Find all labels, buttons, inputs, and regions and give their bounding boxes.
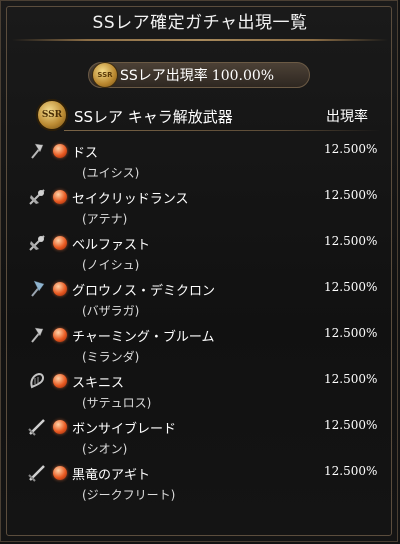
fire-element-icon [53, 190, 67, 204]
item-rate: 12.500% [324, 142, 378, 156]
item-rate: 12.500% [324, 418, 378, 432]
character-name: (ミランダ) [82, 350, 140, 364]
character-name: (ユイシス) [82, 166, 140, 180]
ssr-rarity-icon: SSR [92, 62, 118, 88]
sword-icon [28, 419, 45, 436]
fire-element-icon [53, 236, 67, 250]
list-item: ベルファスト (ノイシュ) 12.500% [0, 232, 400, 278]
item-rate: 12.500% [324, 326, 378, 340]
list-item: セイクリッドランス (アテナ) 12.500% [0, 186, 400, 232]
list-item: グロウノス・デミクロン (バザラガ) 12.500% [0, 278, 400, 324]
rate-column-header: 出現率 [326, 109, 368, 125]
page-title: SSレア確定ガチャ出現一覧 [92, 13, 308, 33]
list-item: スキニス (サテュロス) 12.500% [0, 370, 400, 416]
weapon-name: スキニス [72, 376, 125, 391]
section-divider [64, 130, 380, 131]
character-name: (サテュロス) [82, 396, 152, 410]
weapon-name: ボンサイブレード [72, 422, 177, 437]
weapon-name: セイクリッドランス [72, 192, 189, 207]
weapon-name: グロウノス・デミクロン [72, 284, 216, 299]
character-name: (シオン) [82, 442, 128, 456]
weapon-name: ドス [72, 146, 99, 161]
ssr-section-icon: SSR [36, 99, 68, 131]
character-name: (アテナ) [82, 212, 128, 226]
fire-element-icon [53, 420, 67, 434]
ssr-rate-label: SSレア出現率 [120, 68, 208, 84]
fire-element-icon [53, 466, 67, 480]
sword-icon [28, 465, 45, 482]
ssr-rate-value: 100.00% [211, 68, 275, 84]
character-name: (ジークフリート) [82, 488, 176, 502]
ssr-rate-text: SSレア出現率 100.00% [120, 65, 274, 85]
item-rate: 12.500% [324, 234, 378, 248]
item-rate: 12.500% [324, 280, 378, 294]
fire-element-icon [53, 374, 67, 388]
list-item: ボンサイブレード (シオン) 12.500% [0, 416, 400, 462]
weapon-name: ベルファスト [72, 238, 151, 253]
axe-icon [31, 327, 44, 343]
list-item: ドス (ユイシス) 12.500% [0, 140, 400, 186]
list-item: チャーミング・ブルーム (ミランダ) 12.500% [0, 324, 400, 370]
weapon-name: 黒竜のアギト [72, 468, 151, 483]
fire-element-icon [53, 144, 67, 158]
list-item: 黒竜のアギト (ジークフリート) 12.500% [0, 462, 400, 508]
title-divider [12, 39, 388, 41]
harp-icon [30, 372, 44, 389]
item-rate: 12.500% [324, 188, 378, 202]
fire-element-icon [53, 328, 67, 342]
weapon-name: チャーミング・ブルーム [72, 330, 215, 345]
item-rate: 12.500% [324, 464, 378, 478]
axe-icon [31, 143, 44, 159]
lance-icon [29, 189, 45, 205]
character-name: (バザラガ) [82, 304, 140, 318]
lance-icon [29, 235, 45, 251]
section-title: SSレア キャラ解放武器 [74, 108, 233, 126]
axe-icon [31, 280, 45, 297]
fire-element-icon [53, 282, 67, 296]
character-name: (ノイシュ) [82, 258, 140, 272]
item-rate: 12.500% [324, 372, 378, 386]
